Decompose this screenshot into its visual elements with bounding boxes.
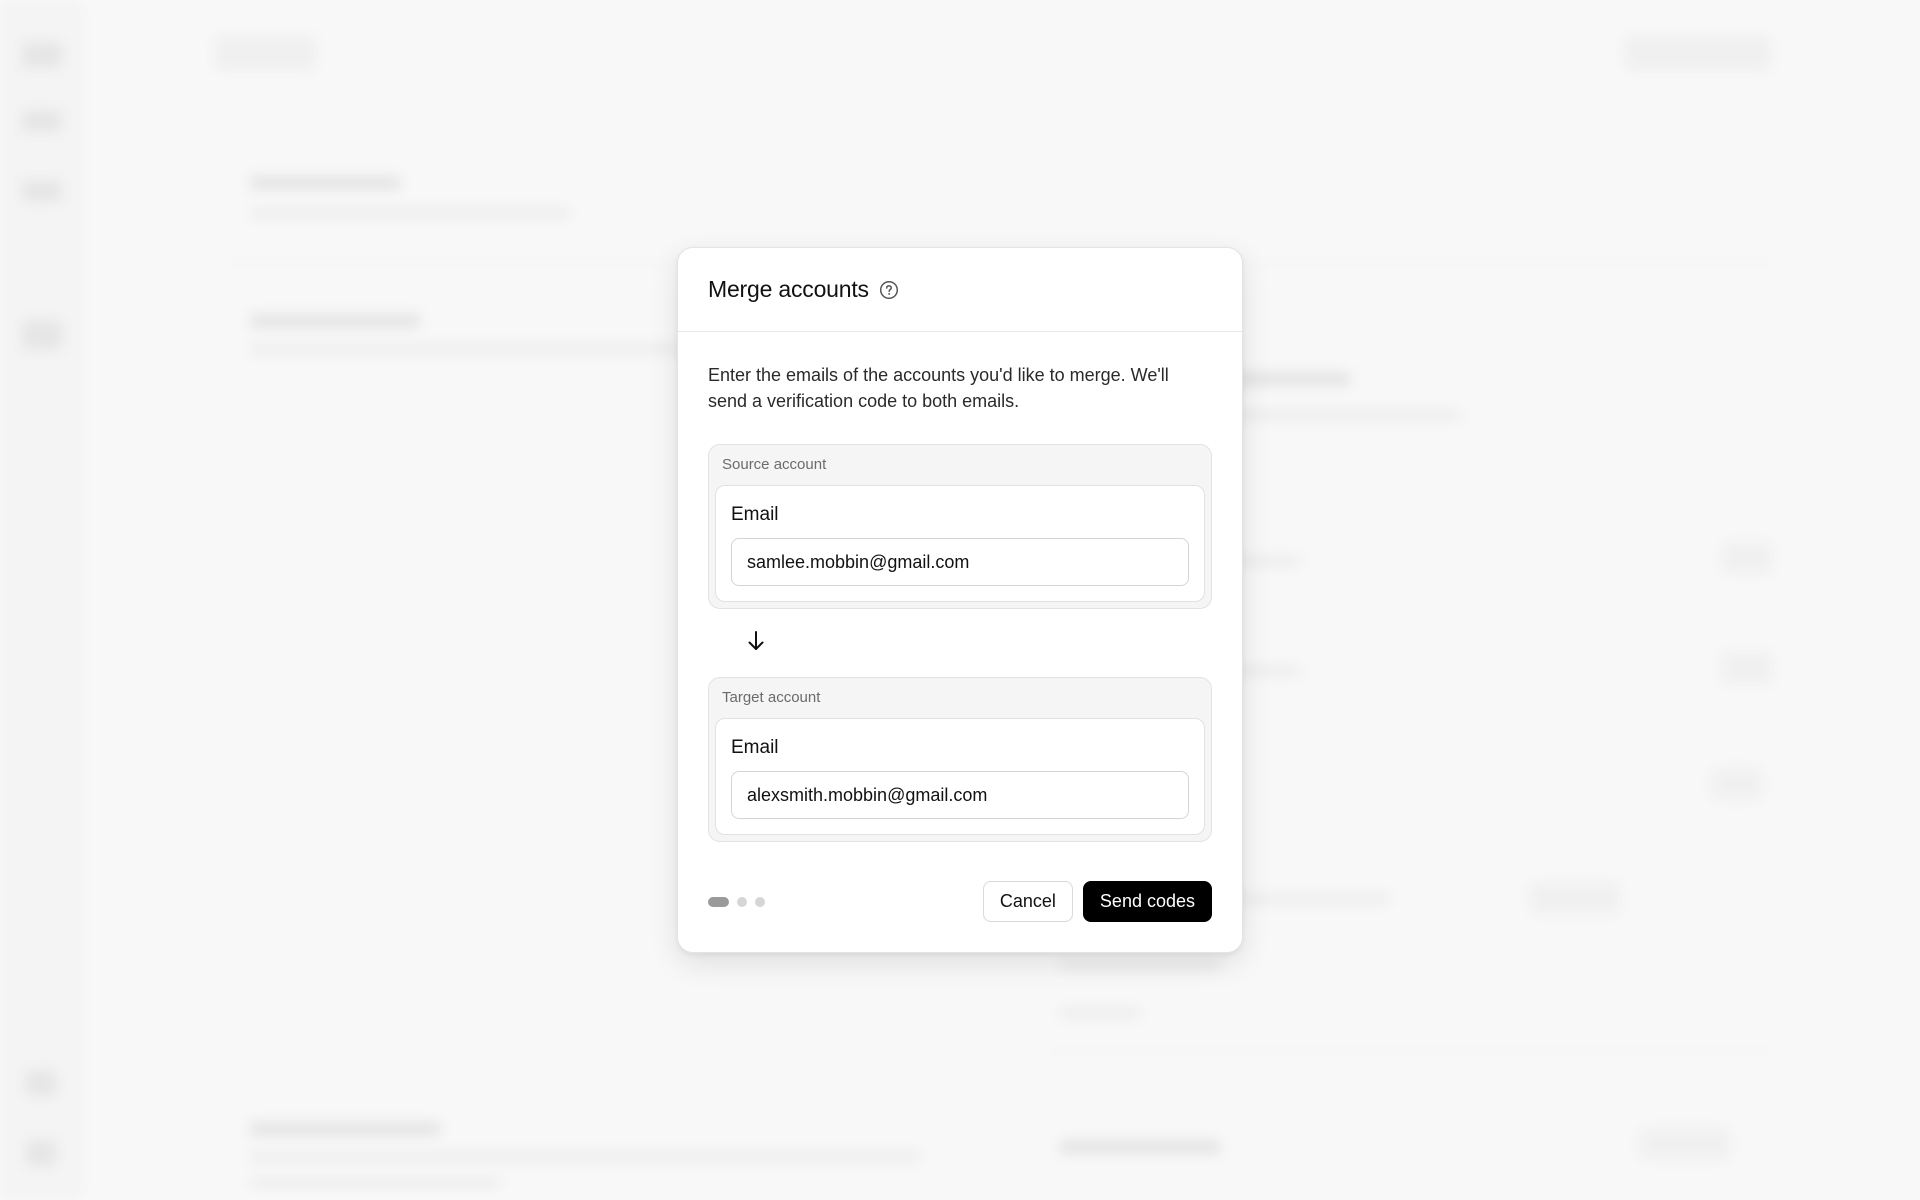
source-account-label: Source account — [722, 456, 827, 473]
step-indicator — [708, 896, 765, 907]
target-account-group: Target account Email — [708, 677, 1212, 842]
dialog-footer: Cancel Send codes — [708, 881, 1212, 922]
cancel-button[interactable]: Cancel — [982, 881, 1073, 922]
question-circle-icon[interactable] — [879, 280, 899, 300]
source-email-label: Email — [731, 504, 779, 525]
merge-direction — [708, 609, 1212, 677]
dialog-header: Merge accounts — [678, 248, 1242, 332]
step-dot-active — [708, 896, 729, 907]
source-email-input[interactable] — [731, 538, 1189, 586]
source-account-card: Email — [715, 485, 1205, 602]
step-dot — [755, 896, 765, 907]
dialog-description: Enter the emails of the accounts you'd l… — [708, 365, 1169, 411]
source-account-group: Source account Email — [708, 444, 1212, 609]
target-email-label: Email — [731, 737, 779, 758]
dialog-title: Merge accounts — [708, 276, 869, 302]
target-account-card: Email — [715, 718, 1205, 835]
arrow-down-icon — [746, 630, 766, 657]
dialog-body: Enter the emails of the accounts you'd l… — [678, 332, 1242, 842]
footer-actions: Cancel Send codes — [982, 881, 1212, 922]
merge-accounts-dialog: Merge accounts Enter the emails of the a… — [677, 247, 1243, 953]
target-account-label: Target account — [722, 689, 821, 706]
target-email-input[interactable] — [731, 771, 1189, 819]
send-codes-button[interactable]: Send codes — [1082, 881, 1212, 922]
step-dot — [737, 896, 747, 907]
